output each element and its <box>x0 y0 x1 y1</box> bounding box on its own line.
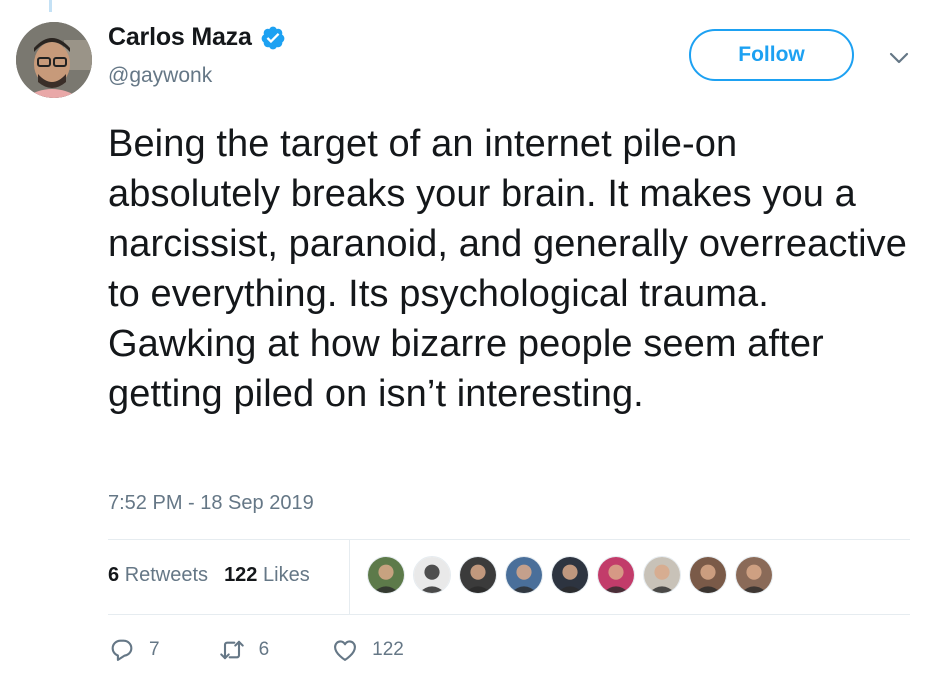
thread-connector-line <box>49 0 52 12</box>
likes-count: 122 <box>224 564 258 586</box>
tweet-stats: 6 Retweets 122 Likes <box>108 564 310 587</box>
liker-avatar[interactable] <box>597 556 635 594</box>
reply-count: 7 <box>149 639 160 660</box>
divider-bottom <box>108 614 910 615</box>
retweets-count: 6 <box>108 564 120 586</box>
avatar-image <box>16 22 92 98</box>
retweet-button[interactable]: 6 <box>218 636 270 664</box>
liker-avatar[interactable] <box>689 556 727 594</box>
liker-avatars <box>367 556 781 594</box>
tweet-actions: 7 6 122 <box>108 636 404 664</box>
tweet-text: Being the target of an internet pile-on … <box>108 123 907 415</box>
retweets-label: Retweets <box>124 564 209 586</box>
chevron-down-icon[interactable] <box>886 48 912 68</box>
like-count: 122 <box>372 639 404 660</box>
handle[interactable]: @gaywonk <box>108 64 212 88</box>
liker-avatar[interactable] <box>551 556 589 594</box>
follow-button[interactable]: Follow <box>689 29 854 81</box>
heart-icon <box>334 640 357 661</box>
liker-avatar[interactable] <box>735 556 773 594</box>
likes-stat[interactable]: 122 Likes <box>224 564 310 587</box>
liker-avatar[interactable] <box>505 556 543 594</box>
liker-avatar[interactable] <box>643 556 681 594</box>
retweets-stat[interactable]: 6 Retweets <box>108 564 208 587</box>
reply-icon <box>111 639 133 661</box>
like-button[interactable]: 122 <box>331 636 404 664</box>
divider-top <box>108 539 910 540</box>
liker-avatar[interactable] <box>413 556 451 594</box>
retweet-count: 6 <box>258 639 270 660</box>
verified-badge-icon <box>260 25 286 51</box>
stats-separator <box>349 540 350 614</box>
display-name[interactable]: Carlos Maza <box>108 23 252 52</box>
liker-avatar[interactable] <box>459 556 497 594</box>
avatar[interactable] <box>16 22 92 98</box>
retweet-icon <box>219 640 244 660</box>
reply-button[interactable]: 7 <box>108 636 160 664</box>
author-name-row[interactable]: Carlos Maza <box>108 23 286 52</box>
likes-label: Likes <box>263 564 310 586</box>
tweet-timestamp[interactable]: 7:52 PM - 18 Sep 2019 <box>108 492 314 515</box>
liker-avatar[interactable] <box>367 556 405 594</box>
